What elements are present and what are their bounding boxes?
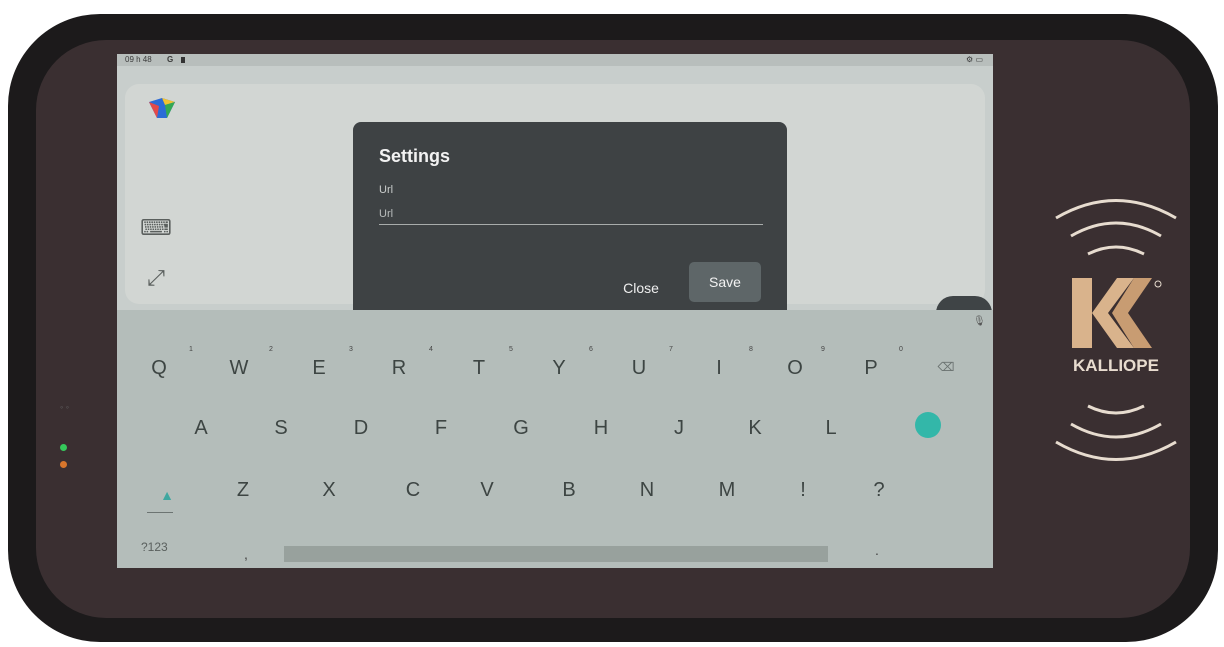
key-comma[interactable]: ,: [244, 546, 248, 562]
key-u[interactable]: U: [619, 348, 659, 388]
key-w[interactable]: W: [219, 348, 259, 388]
key-hint: 0: [899, 346, 903, 353]
camera-sensor-icon: ◦ ◦: [60, 402, 69, 412]
app-logo-icon: [149, 98, 175, 118]
url-label: Url: [379, 184, 394, 196]
status-right-icons: ⚙ ▭: [966, 55, 983, 64]
key-hint: 4: [429, 346, 433, 353]
key-q[interactable]: Q: [139, 348, 179, 388]
brand-name: KALLIOPE: [1073, 356, 1159, 375]
key-t[interactable]: T: [459, 348, 499, 388]
key-m[interactable]: M: [707, 470, 747, 510]
key-period[interactable]: .: [875, 542, 879, 558]
status-time: 09 h 48: [125, 55, 152, 64]
key-r[interactable]: R: [379, 348, 419, 388]
key-n[interactable]: N: [627, 470, 667, 510]
key-hint: 3: [349, 346, 353, 353]
close-button[interactable]: Close: [611, 270, 671, 306]
key-question[interactable]: ?: [859, 470, 899, 510]
settings-dialog: Settings Url Close Save: [353, 122, 787, 326]
key-p[interactable]: P: [851, 348, 891, 388]
microphone-icon[interactable]: 🎙: [973, 316, 986, 330]
key-d[interactable]: D: [341, 408, 381, 448]
key-hint: 5: [509, 346, 513, 353]
url-input[interactable]: [379, 204, 763, 225]
kalliope-logo-icon: [1072, 278, 1162, 348]
google-icon: G: [167, 55, 174, 64]
status-bar: 09 h 48 G ⚙ ▭: [117, 54, 993, 66]
shift-indicator: [147, 512, 173, 513]
screen: 09 h 48 G ⚙ ▭ ⌨ ⤢ Settings Url Close Sav…: [117, 54, 993, 568]
save-button[interactable]: Save: [689, 262, 761, 302]
symbols-key[interactable]: ?123: [141, 540, 168, 554]
key-l[interactable]: L: [811, 408, 851, 448]
nfc-waves-bottom-icon: [1055, 404, 1177, 461]
key-hint: 9: [821, 346, 825, 353]
key-hint: 6: [589, 346, 593, 353]
fullscreen-icon[interactable]: ⤢: [139, 264, 173, 292]
orange-led-icon: [60, 461, 67, 468]
nfc-waves-top-icon: [1055, 199, 1177, 256]
key-x[interactable]: X: [309, 470, 349, 510]
keyboard-icon[interactable]: ⌨: [139, 214, 173, 242]
dialog-title: Settings: [379, 146, 451, 166]
status-leds: [60, 444, 67, 478]
key-v[interactable]: V: [467, 470, 507, 510]
key-z[interactable]: Z: [223, 470, 263, 510]
key-f[interactable]: F: [421, 408, 461, 448]
app-panel: ⌨ ⤢ Settings Url Close Save Settings: [125, 84, 992, 330]
on-screen-keyboard: 🎙 Q 1 W 2 E 3 R 4 T 5 Y 6 U 7 I 8 O 9 P …: [117, 310, 993, 568]
key-hint: 2: [269, 346, 273, 353]
backspace-icon[interactable]: ⌫: [933, 354, 959, 380]
green-led-icon: [60, 444, 67, 451]
key-j[interactable]: J: [659, 408, 699, 448]
key-hint: 8: [749, 346, 753, 353]
key-k[interactable]: K: [735, 408, 775, 448]
emoji-icon[interactable]: [915, 412, 941, 438]
key-g[interactable]: G: [501, 408, 541, 448]
key-c[interactable]: C: [393, 470, 433, 510]
key-hint: 1: [189, 346, 193, 353]
key-a[interactable]: A: [181, 408, 221, 448]
key-o[interactable]: O: [775, 348, 815, 388]
brand-area: KALLIOPE: [1046, 188, 1186, 478]
key-b[interactable]: B: [549, 470, 589, 510]
key-y[interactable]: Y: [539, 348, 579, 388]
key-hint: 7: [669, 346, 673, 353]
battery-icon: [181, 57, 185, 63]
key-i[interactable]: I: [699, 348, 739, 388]
key-s[interactable]: S: [261, 408, 301, 448]
key-e[interactable]: E: [299, 348, 339, 388]
key-exclamation[interactable]: !: [783, 470, 823, 510]
space-bar[interactable]: [284, 546, 828, 562]
shift-icon[interactable]: ▲: [147, 478, 187, 512]
key-h[interactable]: H: [581, 408, 621, 448]
